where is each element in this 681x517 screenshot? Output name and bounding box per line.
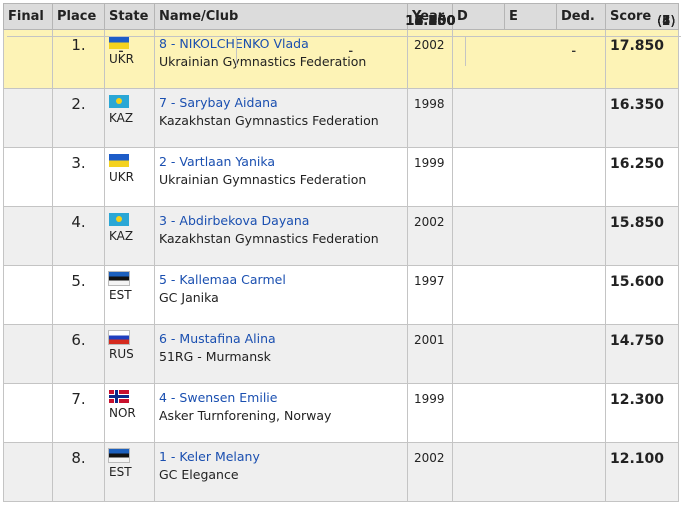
name-cell: 7 - Sarybay Aidana Kazakhstan Gymnastics…: [154, 88, 408, 148]
country-flag-icon: [109, 213, 129, 226]
place-cell: 2.: [52, 88, 105, 148]
club-name: Ukrainian Gymnastics Federation: [159, 172, 367, 188]
athlete-link[interactable]: 1 - Keler Melany: [159, 449, 260, 464]
score-cell: 12.300: [605, 383, 679, 443]
state-cell: EST: [104, 442, 155, 502]
athlete-link[interactable]: 6 - Mustafina Alina: [159, 331, 276, 346]
final-cell: [3, 206, 53, 266]
state-code: NOR: [109, 406, 136, 420]
score-cell: 16.350: [605, 88, 679, 148]
state-code: KAZ: [109, 111, 134, 125]
country-flag-icon: [109, 390, 129, 403]
state-code: EST: [109, 288, 132, 302]
score-cell: 16.250: [605, 147, 679, 207]
year-cell: 1998: [407, 88, 453, 148]
table-row: 5. EST 5 - Kallemaa Carmel GC Janika 199…: [3, 6, 681, 325]
country-flag-icon: [108, 448, 130, 463]
club-name: Asker Turnforening, Norway: [159, 408, 332, 424]
state-cell: KAZ: [104, 88, 155, 148]
table-row: 4. KAZ 3 - Abdirbekova Dayana Kazakhstan…: [3, 6, 681, 266]
table-row: 6. RUS 6 - Mustafina Alina 51RG - Murman…: [3, 6, 681, 384]
club-name: Kazakhstan Gymnastics Federation: [159, 113, 379, 129]
d-dash: -: [6, 36, 237, 66]
name-cell: 1 - Keler Melany GC Elegance: [154, 442, 408, 502]
final-cell: [3, 265, 53, 325]
club-name: GC Janika: [159, 290, 219, 306]
scores-cell: 15.850 (4) - - -: [6, 6, 681, 266]
place-cell: 6.: [52, 324, 105, 384]
table-row: 3. UKR 2 - Vartlaan Yanika Ukrainian Gym…: [3, 6, 681, 207]
scores-cell: 16.250 (3) - - -: [6, 6, 681, 207]
table-row: 2. KAZ 7 - Sarybay Aidana Kazakhstan Gym…: [3, 6, 681, 148]
state-cell: NOR: [104, 383, 155, 443]
state-code: UKR: [109, 170, 134, 184]
athlete-link[interactable]: 4 - Swensen Emilie: [159, 390, 277, 405]
score-cell: 14.750: [605, 324, 679, 384]
final-cell: [3, 383, 53, 443]
final-cell: [3, 147, 53, 207]
place-cell: 3.: [52, 147, 105, 207]
place-cell: 5.: [52, 265, 105, 325]
state-cell: UKR: [104, 147, 155, 207]
state-code: EST: [109, 465, 132, 479]
country-flag-icon: [109, 154, 129, 167]
club-name: 51RG - Murmansk: [159, 349, 271, 365]
state-cell: KAZ: [104, 206, 155, 266]
score-breakdown: 12.100 (8) - - -: [6, 6, 681, 66]
state-cell: RUS: [104, 324, 155, 384]
final-cell: [3, 442, 53, 502]
place-cell: 8.: [52, 442, 105, 502]
final-cell: [3, 88, 53, 148]
scores-cell: 14.750 (6) - - -: [6, 6, 681, 384]
state-code: KAZ: [109, 229, 134, 243]
place-cell: 4.: [52, 206, 105, 266]
country-flag-icon: [108, 330, 130, 345]
athlete-link[interactable]: 7 - Sarybay Aidana: [159, 95, 278, 110]
ded-rank: (8): [465, 6, 681, 37]
name-cell: 2 - Vartlaan Yanika Ukrainian Gymnastics…: [154, 147, 408, 207]
athlete-link[interactable]: 2 - Vartlaan Yanika: [159, 154, 275, 169]
name-cell: 6 - Mustafina Alina 51RG - Murmansk: [154, 324, 408, 384]
e-dash: -: [236, 36, 466, 66]
score-cell: 12.100: [605, 442, 679, 502]
year-cell: 2002: [407, 442, 453, 502]
name-cell: 5 - Kallemaa Carmel GC Janika: [154, 265, 408, 325]
name-cell: 3 - Abdirbekova Dayana Kazakhstan Gymnas…: [154, 206, 408, 266]
year-cell: 1997: [407, 265, 453, 325]
ded-dash: -: [571, 43, 577, 59]
state-code: RUS: [109, 347, 134, 361]
score-cell: 15.850: [605, 206, 679, 266]
year-cell: 1999: [407, 383, 453, 443]
year-cell: 2001: [407, 324, 453, 384]
athlete-link[interactable]: 5 - Kallemaa Carmel: [159, 272, 286, 287]
club-name: Kazakhstan Gymnastics Federation: [159, 231, 379, 247]
scores-cell: 12.300 (7) - - -: [6, 6, 681, 443]
results-table: Final Place State Name/Club Year D E Ded…: [3, 3, 681, 502]
score-cell: 15.600: [605, 265, 679, 325]
scores-cell: 12.100 (8) - - -: [6, 6, 681, 502]
table-row: 8. EST 1 - Keler Melany GC Elegance 2002…: [3, 6, 681, 502]
athlete-link[interactable]: 3 - Abdirbekova Dayana: [159, 213, 309, 228]
final-cell: [3, 324, 53, 384]
state-cell: EST: [104, 265, 155, 325]
scores-cell: 15.600 (5) - - -: [6, 6, 681, 325]
table-row: 7. NOR 4 - Swensen Emilie Asker Turnfore…: [3, 6, 681, 443]
year-cell: 1999: [407, 147, 453, 207]
e-score: 12.100: [6, 6, 466, 37]
country-flag-icon: [109, 95, 129, 108]
name-cell: 4 - Swensen Emilie Asker Turnforening, N…: [154, 383, 408, 443]
year-cell: 2002: [407, 206, 453, 266]
place-cell: 7.: [52, 383, 105, 443]
country-flag-icon: [108, 271, 130, 286]
scores-cell: 16.350 (2) - - -: [6, 6, 681, 148]
club-name: GC Elegance: [159, 467, 239, 483]
